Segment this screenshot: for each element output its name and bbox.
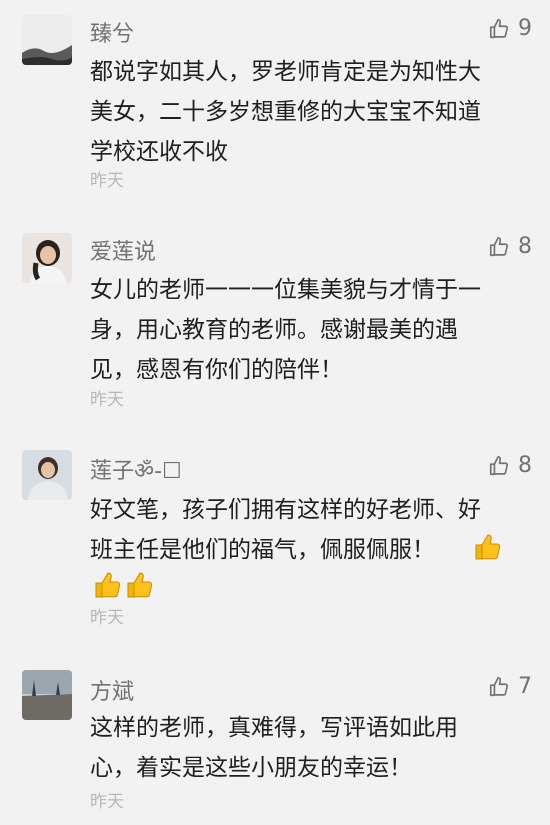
thumbs-up-outline-icon — [489, 676, 509, 696]
commenter-name[interactable]: 方斌 — [90, 674, 134, 706]
avatar[interactable] — [22, 670, 72, 720]
comment-time: 昨天 — [90, 792, 124, 812]
comment-item: 方斌 7 这样的老师，真难得，写评语如此用 心，着实是这些小朋友的幸运！ 昨天 — [0, 0, 550, 825]
like-button[interactable]: 7 — [488, 674, 532, 699]
like-count: 7 — [518, 674, 532, 699]
comment-text: 这样的老师，真难得，写评语如此用 心，着实是这些小朋友的幸运！ — [90, 715, 458, 781]
